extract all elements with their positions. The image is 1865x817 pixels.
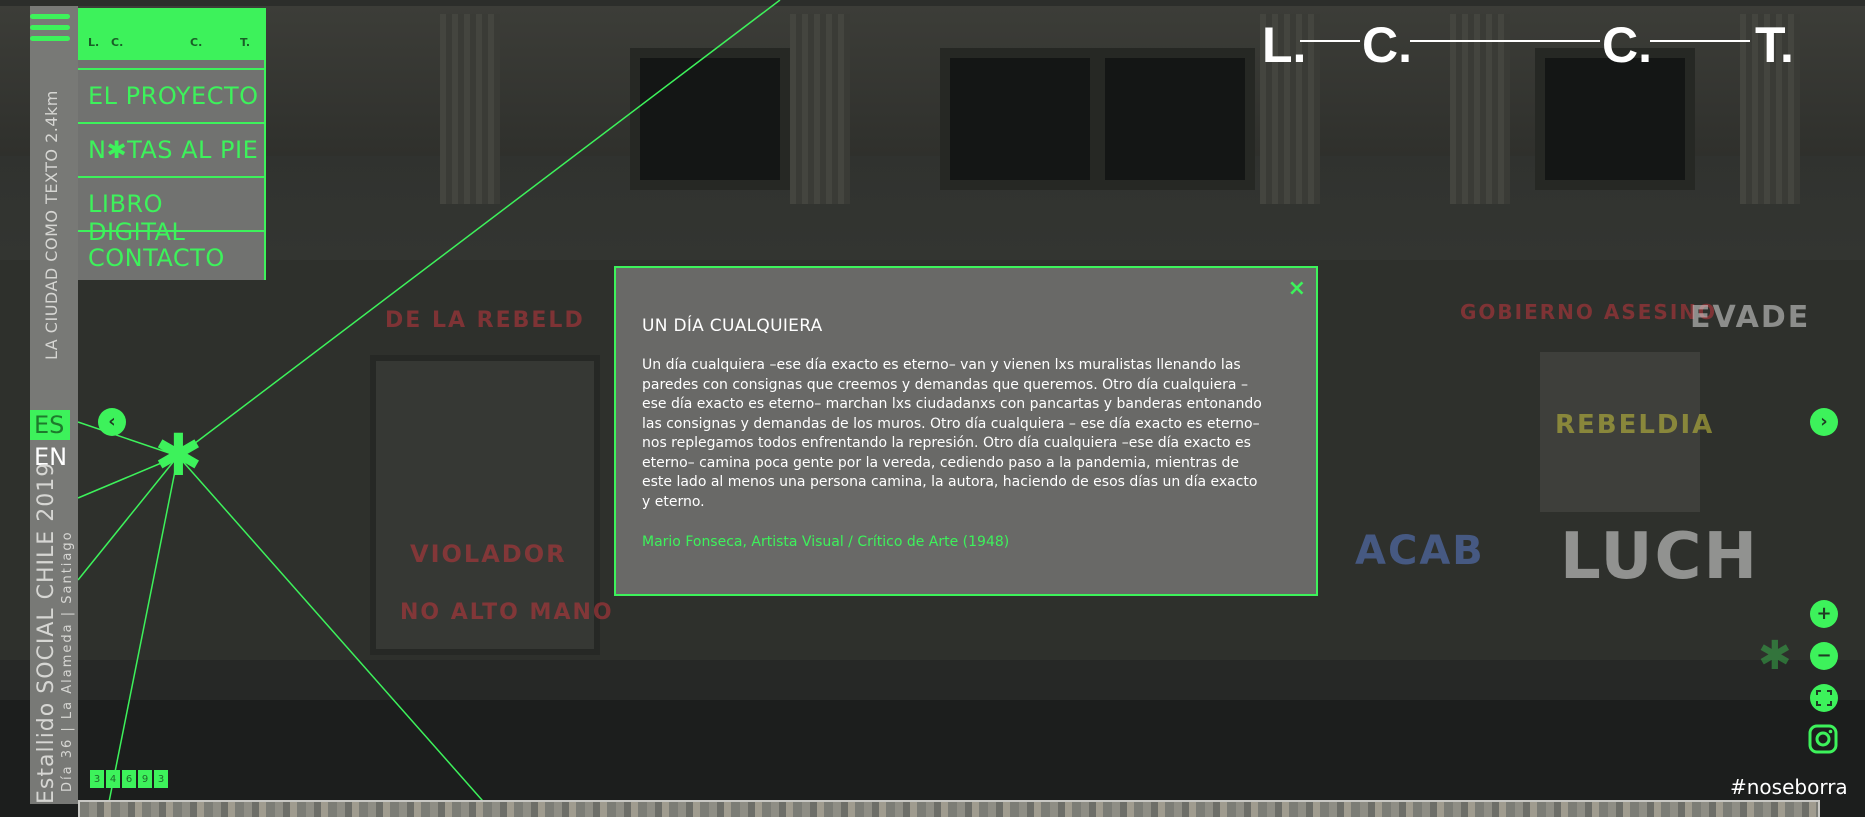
logo-line (1410, 40, 1600, 42)
zoom-out-button[interactable]: − (1810, 642, 1838, 670)
logo-letter: C. (1362, 17, 1412, 73)
thumbnail-item[interactable]: 9 (138, 770, 152, 788)
fullscreen-icon[interactable] (1810, 684, 1838, 712)
main-menu: L. C. C. T. EL PROYECTO N✱TAS AL PIE LIB… (78, 8, 266, 280)
menu-item-notas-al-pie[interactable]: N✱TAS AL PIE (78, 122, 264, 174)
logo-letter: T. (1755, 17, 1794, 73)
logo-letter: L. (1262, 17, 1307, 73)
modal-title: UN DÍA CUALQUIERA (642, 316, 823, 336)
language-es-button[interactable]: ES (30, 410, 70, 440)
asterisk-hotspot-icon[interactable]: ✱ (154, 426, 203, 484)
asterisk-watermark-icon: ✱ (1758, 633, 1792, 679)
sidebar-event-title: Estallido SOCIAL CHILE 2019 (34, 461, 59, 804)
logo-letter: C. (1602, 17, 1652, 73)
menu-item-libro-digital[interactable]: LIBRO DIGITAL (78, 176, 264, 246)
menu-item-contacto[interactable]: CONTACTO (78, 230, 264, 282)
logo-line (1300, 40, 1360, 42)
menu-logo-letter: C. (111, 36, 124, 49)
panorama-filmstrip[interactable] (78, 800, 1820, 817)
menu-item-el-proyecto[interactable]: EL PROYECTO (78, 68, 264, 120)
chevron-left-icon[interactable]: ‹ (98, 408, 126, 436)
menu-logo-letter: T. (240, 36, 251, 49)
thumbnail-item[interactable]: 6 (122, 770, 136, 788)
chevron-right-icon[interactable]: › (1810, 408, 1838, 436)
info-modal: × UN DÍA CUALQUIERA Un día cualquiera –e… (614, 266, 1318, 596)
modal-body-text: Un día cualquiera –ese día exacto es ete… (642, 357, 1262, 510)
hashtag-label: #noseborra (1730, 775, 1848, 799)
menu-logo-letter: L. (88, 36, 100, 49)
modal-author: Mario Fonseca, Artista Visual / Crítico … (642, 534, 1010, 550)
thumbnail-item[interactable]: 3 (154, 770, 168, 788)
instagram-icon[interactable] (1808, 724, 1838, 754)
thumbnail-item[interactable]: 3 (90, 770, 104, 788)
logo-line (1650, 40, 1750, 42)
thumbnail-item[interactable]: 4 (106, 770, 120, 788)
sidebar-location: Día 36 | La Alameda | Santiago (60, 530, 75, 792)
menu-logo-letter: C. (190, 36, 203, 49)
thumbnail-index: 3 4 6 9 3 (90, 770, 168, 788)
zoom-in-button[interactable]: + (1810, 600, 1838, 628)
sidebar-title: LA CIUDAD COMO TEXTO 2.4km (42, 90, 61, 360)
fullscreen-glyph (1816, 690, 1832, 706)
menu-hamburger-icon[interactable] (30, 14, 70, 48)
menu-logo[interactable]: L. C. C. T. (78, 8, 264, 60)
close-icon[interactable]: × (1288, 276, 1306, 301)
modal-body: Un día cualquiera –ese día exacto es ete… (642, 356, 1262, 512)
